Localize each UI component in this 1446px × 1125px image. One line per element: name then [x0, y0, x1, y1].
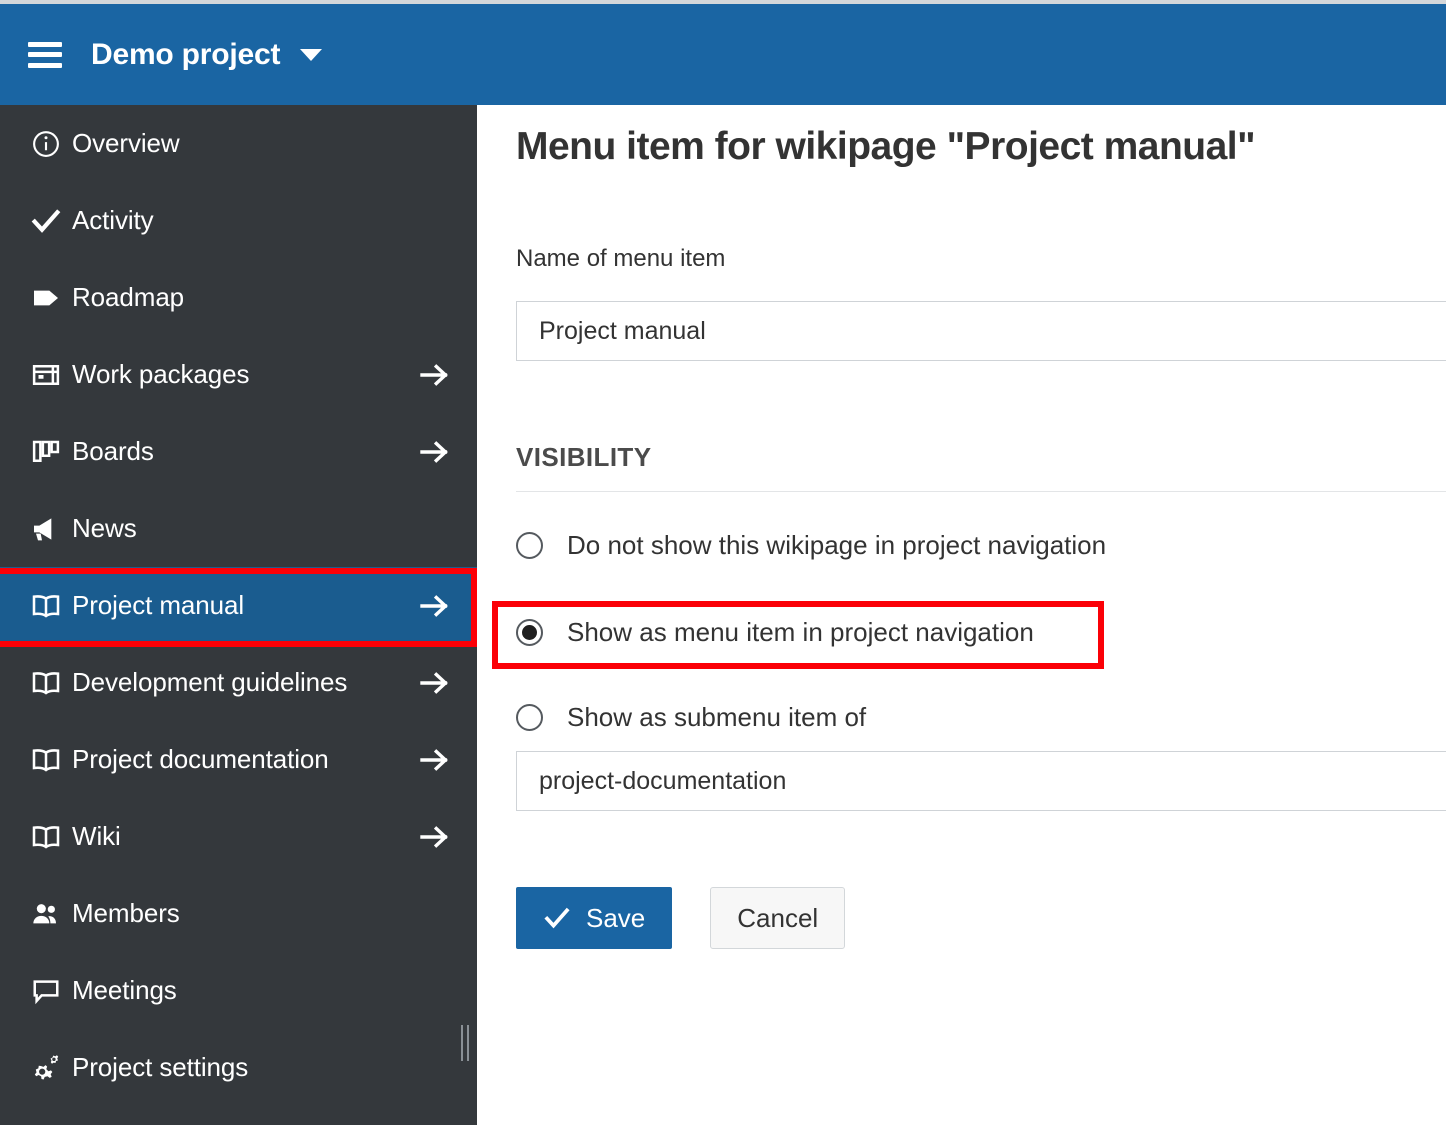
check-icon: [543, 904, 571, 932]
radio-option-show-as-menu-item[interactable]: Show as menu item in project navigation: [516, 617, 1034, 648]
arrow-right-icon[interactable]: [419, 593, 451, 619]
name-of-menu-item-label: Name of menu item: [516, 245, 725, 273]
sidebar-item-boards[interactable]: Boards: [0, 413, 477, 490]
gear-icon: [20, 1051, 72, 1085]
cancel-button-label: Cancel: [737, 903, 818, 933]
save-button[interactable]: Save: [516, 887, 672, 949]
sidebar-item-meetings[interactable]: Meetings: [0, 952, 477, 1029]
arrow-right-icon[interactable]: [419, 439, 451, 465]
members-icon: [20, 898, 72, 930]
radio-circle-selected-icon[interactable]: [516, 619, 543, 646]
radio-option-do-not-show[interactable]: Do not show this wikipage in project nav…: [516, 530, 1106, 561]
sidebar-item-label: Wiki: [72, 821, 121, 852]
sidebar-item-label: Project manual: [72, 590, 244, 621]
sidebar-item-activity[interactable]: Activity: [0, 182, 477, 259]
boards-icon: [20, 437, 72, 467]
sidebar-item-label: Development guidelines: [72, 667, 347, 698]
sidebar-item-label: Members: [72, 898, 180, 929]
sidebar-item-label: Meetings: [72, 975, 177, 1006]
arrow-right-icon[interactable]: [419, 824, 451, 850]
sidebar-item-label: Project settings: [72, 1052, 248, 1083]
cancel-button[interactable]: Cancel: [710, 887, 845, 949]
sidebar-item-work-packages[interactable]: Work packages: [0, 336, 477, 413]
sidebar-item-news[interactable]: News: [0, 490, 477, 567]
sidebar-item-members[interactable]: Members: [0, 875, 477, 952]
main-content: Menu item for wikipage "Project manual" …: [477, 105, 1446, 1125]
sidebar-item-overview[interactable]: Overview: [0, 105, 477, 182]
parent-menu-item-select[interactable]: [516, 751, 1446, 811]
section-divider: [516, 491, 1446, 492]
form-actions: Save Cancel: [516, 887, 845, 949]
top-header-bar: Demo project: [0, 4, 1446, 105]
sidebar-item-label: Activity: [72, 205, 154, 236]
arrow-right-icon[interactable]: [419, 670, 451, 696]
app-root: Demo project Overview Activity: [0, 0, 1446, 1125]
sidebar-item-wiki[interactable]: Wiki: [0, 798, 477, 875]
hamburger-menu-icon[interactable]: [28, 42, 62, 68]
work-package-icon: [20, 360, 72, 390]
sidebar-item-development-guidelines[interactable]: Development guidelines: [0, 644, 477, 721]
megaphone-icon: [20, 513, 72, 545]
info-circle-icon: [20, 129, 72, 159]
book-icon: [20, 590, 72, 622]
project-sidebar: Overview Activity Roadmap: [0, 105, 477, 1125]
radio-option-label: Show as menu item in project navigation: [567, 617, 1034, 648]
radio-option-label: Show as submenu item of: [567, 702, 866, 733]
arrow-right-icon[interactable]: [419, 362, 451, 388]
sidebar-item-label: Boards: [72, 436, 154, 467]
sidebar-item-project-settings[interactable]: Project settings: [0, 1029, 477, 1106]
sidebar-item-label: Project documentation: [72, 744, 329, 775]
visibility-section-heading: VISIBILITY: [516, 442, 651, 473]
meetings-icon: [20, 976, 72, 1006]
sidebar-item-label: Roadmap: [72, 282, 184, 313]
sidebar-item-label: News: [72, 513, 137, 544]
radio-circle-icon[interactable]: [516, 532, 543, 559]
book-icon: [20, 744, 72, 776]
book-icon: [20, 667, 72, 699]
menu-item-name-input[interactable]: [516, 301, 1446, 361]
sidebar-item-roadmap[interactable]: Roadmap: [0, 259, 477, 336]
page-title: Menu item for wikipage "Project manual": [516, 125, 1255, 169]
sidebar-item-label: Overview: [72, 128, 180, 159]
book-icon: [20, 821, 72, 853]
radio-option-label: Do not show this wikipage in project nav…: [567, 530, 1106, 561]
radio-circle-icon[interactable]: [516, 704, 543, 731]
sidebar-resize-handle[interactable]: [461, 1025, 469, 1061]
check-icon: [20, 205, 72, 237]
tag-icon: [20, 282, 72, 314]
arrow-right-icon[interactable]: [419, 747, 451, 773]
project-name-label[interactable]: Demo project: [91, 38, 280, 72]
sidebar-item-label: Work packages: [72, 359, 249, 390]
save-button-label: Save: [586, 903, 645, 934]
chevron-down-icon[interactable]: [300, 49, 322, 61]
sidebar-item-project-manual[interactable]: Project manual: [0, 567, 477, 644]
radio-option-show-as-submenu-item[interactable]: Show as submenu item of: [516, 702, 866, 733]
sidebar-item-project-documentation[interactable]: Project documentation: [0, 721, 477, 798]
